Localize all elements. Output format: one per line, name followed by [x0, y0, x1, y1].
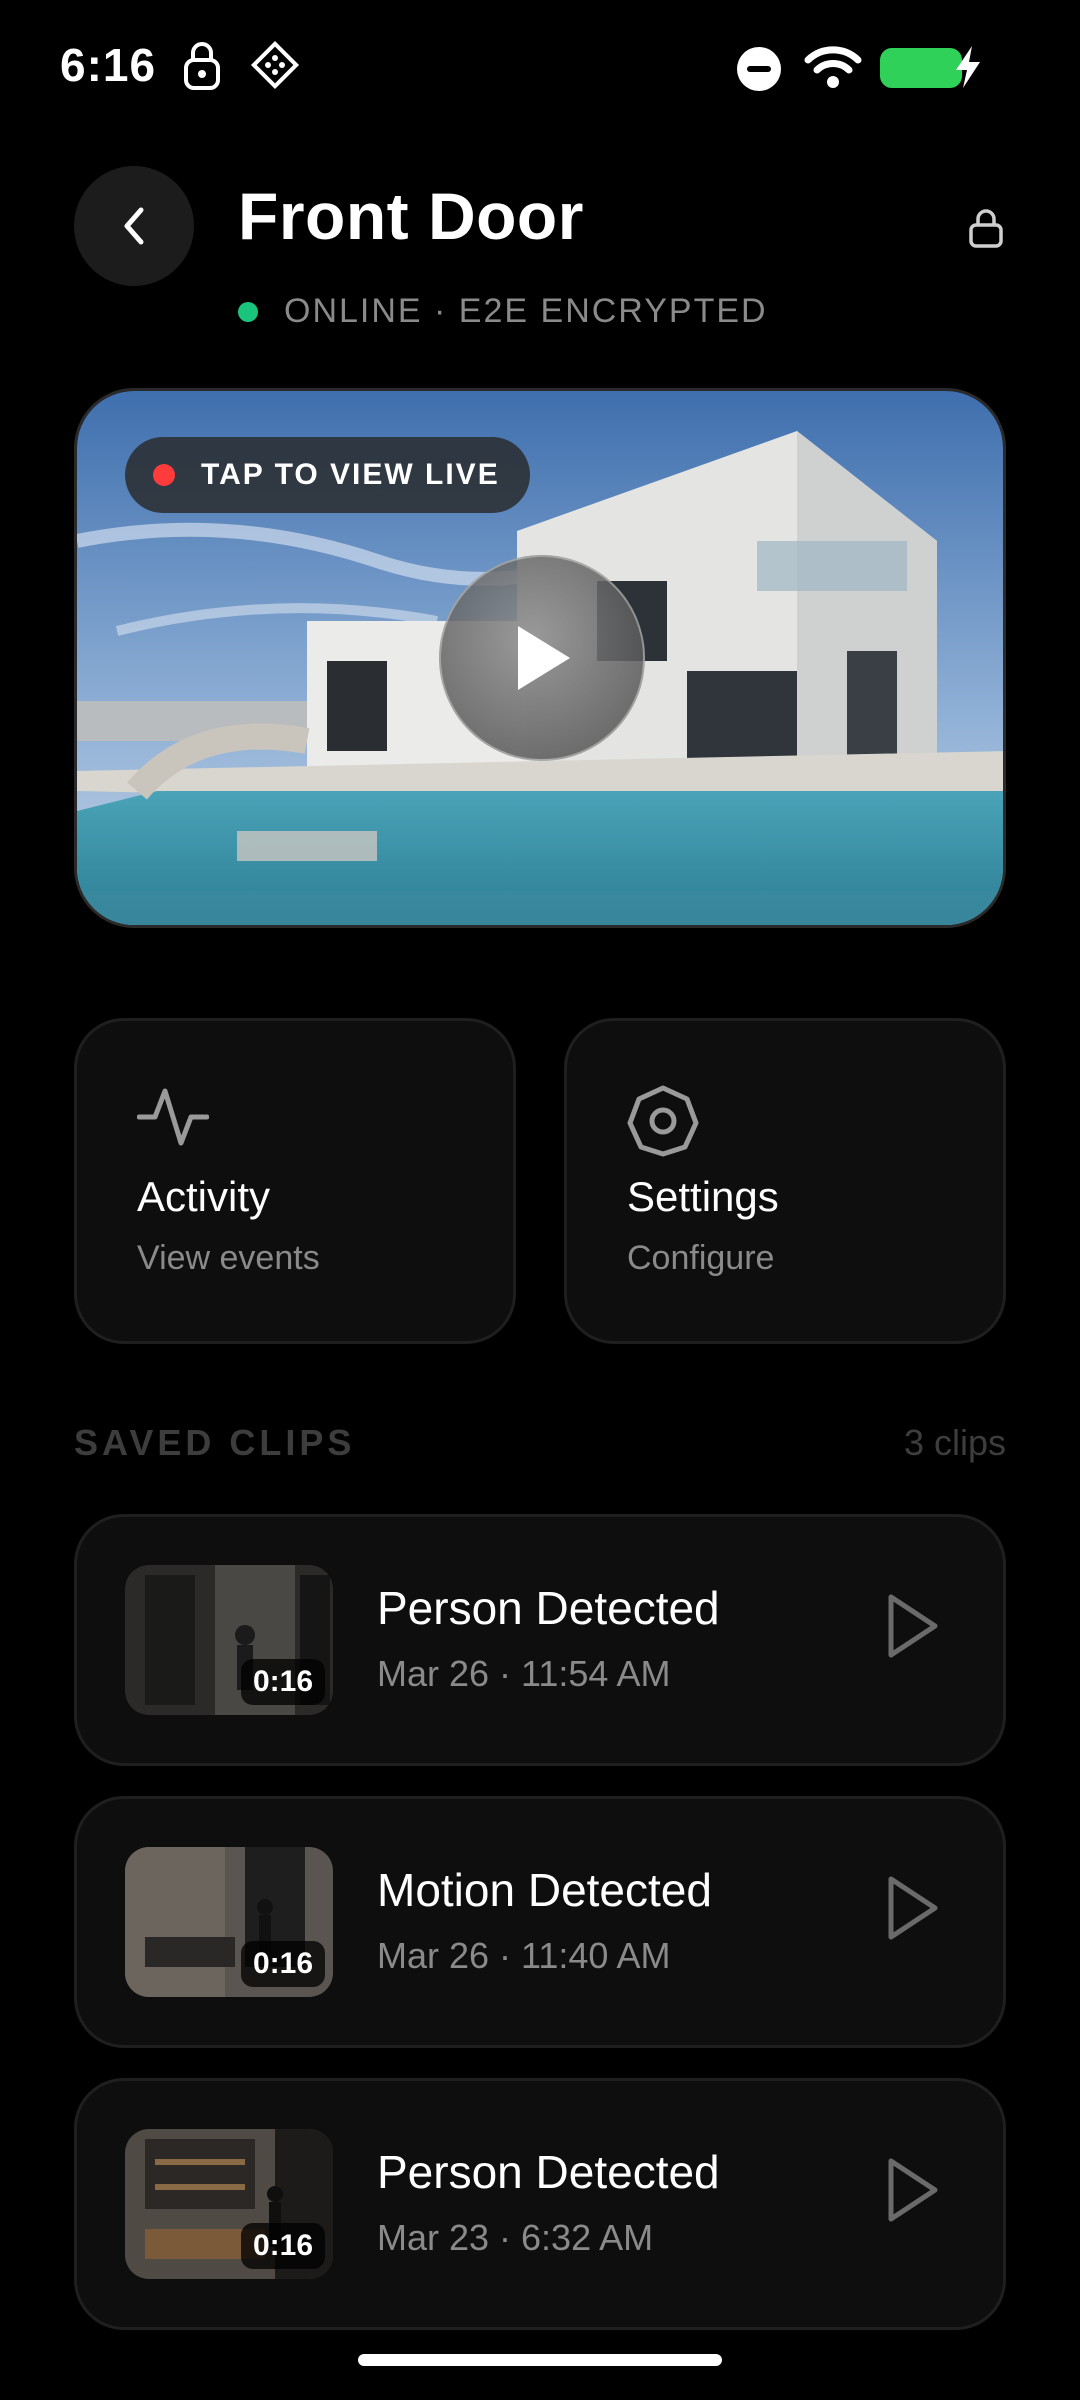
camera-detail-screen: 6:16 Front Door ONLINE · E2E ENCRYPTED T…	[0, 0, 1080, 2400]
gear-icon	[627, 1085, 699, 1162]
activity-subtitle: View events	[137, 1239, 320, 1277]
chevron-left-icon	[124, 207, 144, 245]
activity-icon	[136, 1085, 210, 1154]
clip-thumbnail: 0:16	[125, 1565, 333, 1715]
back-button[interactable]	[74, 166, 194, 286]
saved-clips-heading: SAVED CLIPS	[74, 1422, 356, 1463]
battery-icon	[880, 48, 962, 88]
play-icon[interactable]	[883, 2155, 943, 2230]
lock-icon	[182, 40, 222, 97]
clip-thumbnail: 0:16	[125, 1847, 333, 1997]
do-not-disturb-icon	[736, 46, 782, 97]
home-indicator[interactable]	[358, 2354, 722, 2366]
live-pill-label: TAP TO VIEW LIVE	[201, 458, 500, 491]
live-preview-card[interactable]: TAP TO VIEW LIVE	[74, 388, 1006, 928]
lock-button[interactable]	[956, 198, 1016, 258]
page-title: Front Door	[238, 179, 584, 253]
app-icon	[250, 40, 300, 95]
wifi-icon	[804, 44, 862, 95]
connection-status: ONLINE · E2E ENCRYPTED	[238, 292, 768, 331]
status-text: ONLINE · E2E ENCRYPTED	[284, 292, 768, 330]
settings-title: Settings	[627, 1173, 779, 1220]
clip-title: Person Detected	[377, 1582, 720, 1634]
tap-to-view-live-pill[interactable]: TAP TO VIEW LIVE	[125, 437, 530, 513]
clip-duration: 0:16	[240, 2223, 325, 2269]
clip-duration: 0:16	[240, 1941, 325, 1987]
play-live-button[interactable]	[439, 555, 645, 761]
clip-duration: 0:16	[240, 1659, 325, 1705]
clip-timestamp: Mar 26 · 11:54 AM	[377, 1653, 671, 1694]
settings-subtitle: Configure	[627, 1239, 775, 1277]
settings-tile[interactable]: Settings Configure	[564, 1018, 1006, 1344]
play-icon[interactable]	[883, 1591, 943, 1666]
clip-item[interactable]: 0:16 Motion Detected Mar 26 · 11:40 AM	[74, 1796, 1006, 2048]
lock-icon	[969, 209, 1003, 248]
play-icon	[518, 626, 570, 690]
status-time: 6:16	[60, 39, 157, 91]
activity-tile[interactable]: Activity View events	[74, 1018, 516, 1344]
live-indicator	[153, 464, 175, 486]
clip-item[interactable]: 0:16 Person Detected Mar 23 · 6:32 AM	[74, 2078, 1006, 2330]
charging-bolt-icon	[952, 44, 984, 95]
clip-title: Person Detected	[377, 2146, 720, 2198]
clip-item[interactable]: 0:16 Person Detected Mar 26 · 11:54 AM	[74, 1514, 1006, 1766]
clip-timestamp: Mar 26 · 11:40 AM	[377, 1935, 671, 1976]
play-icon[interactable]	[883, 1873, 943, 1948]
clip-timestamp: Mar 23 · 6:32 AM	[377, 2217, 654, 2258]
clip-thumbnail: 0:16	[125, 2129, 333, 2279]
saved-clips-count: 3 clips	[903, 1422, 1006, 1463]
online-indicator	[238, 301, 258, 322]
activity-title: Activity	[137, 1173, 271, 1220]
status-bar: 6:16	[0, 0, 1080, 140]
clip-title: Motion Detected	[377, 1864, 712, 1916]
